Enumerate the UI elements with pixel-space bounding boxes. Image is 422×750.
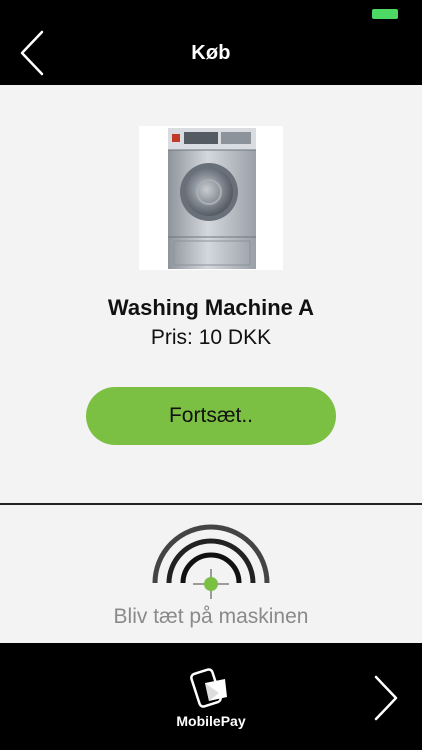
mobilepay-button[interactable]: MobilePay (156, 661, 266, 735)
status-bar (0, 0, 422, 22)
navigation-bar: Køb (0, 22, 422, 85)
product-price: Pris: 10 DKK (150, 326, 272, 349)
proximity-hint: Bliv tæt på maskinen (113, 605, 309, 628)
proximity-panel: Bliv tæt på maskinen (0, 505, 422, 643)
mobilepay-icon (190, 668, 227, 708)
purchase-screen: Køb Washing Machine A Pris: 10 DKK Forts… (0, 0, 422, 750)
next-button[interactable] (360, 665, 408, 729)
chevron-right-icon (374, 675, 398, 721)
page-title: Køb (191, 42, 231, 64)
bottom-bar: MobilePay (0, 643, 422, 750)
continue-button[interactable]: Fortsæt.. (86, 387, 336, 445)
signal-proximity-icon (152, 524, 270, 599)
product-panel: Washing Machine A Pris: 10 DKK Fortsæt.. (0, 85, 422, 503)
battery-icon (372, 9, 398, 19)
product-name: Washing Machine A (107, 295, 315, 320)
mobilepay-label: MobilePay (176, 713, 246, 729)
washing-machine-image (139, 126, 283, 270)
